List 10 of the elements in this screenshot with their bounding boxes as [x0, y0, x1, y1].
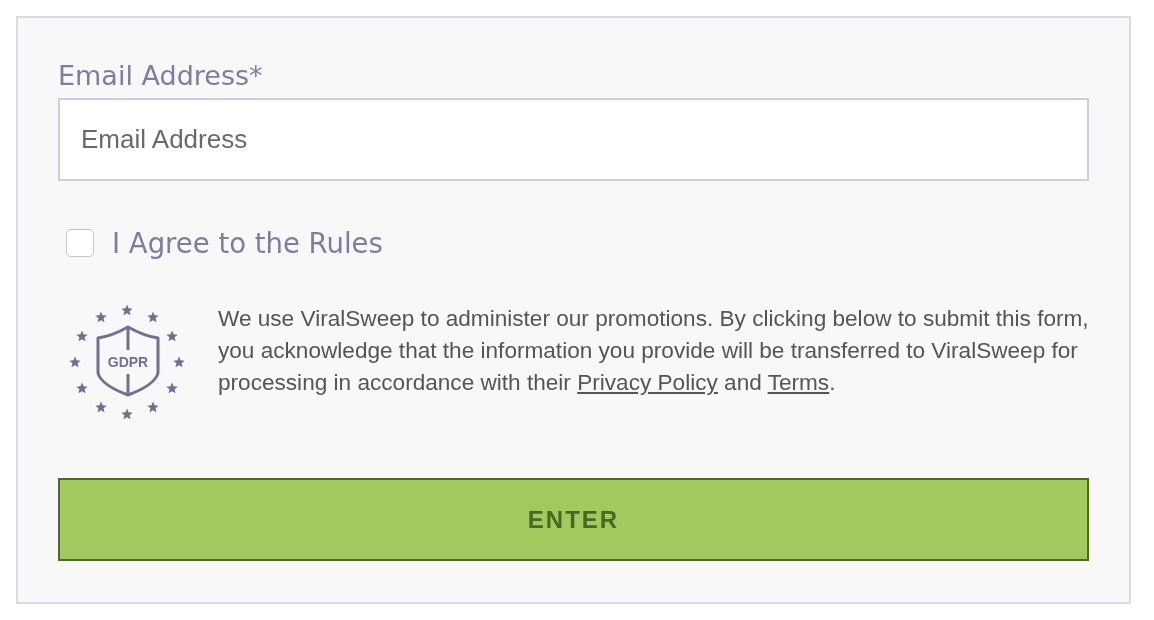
shield-icon	[96, 325, 160, 397]
inline-link[interactable]: Privacy Policy	[577, 370, 718, 395]
email-field[interactable]: Email Address	[58, 98, 1089, 181]
badge-text: GDPR	[107, 354, 149, 370]
inline-link[interactable]: Terms	[767, 370, 830, 395]
field-label: Email Address*	[58, 59, 263, 93]
checkbox-label[interactable]: I Agree to the Rules	[112, 223, 383, 263]
checkbox[interactable]	[66, 229, 94, 257]
star-ring-icon	[69, 304, 185, 420]
privacy-notice: We use ViralSweep to administer our promotions. By clicking below to submit this form, you acknowledge that the information you provide will be transferred to ViralSweep for processing in accordance with their Privacy Policy and Terms.	[218, 305, 1089, 397]
